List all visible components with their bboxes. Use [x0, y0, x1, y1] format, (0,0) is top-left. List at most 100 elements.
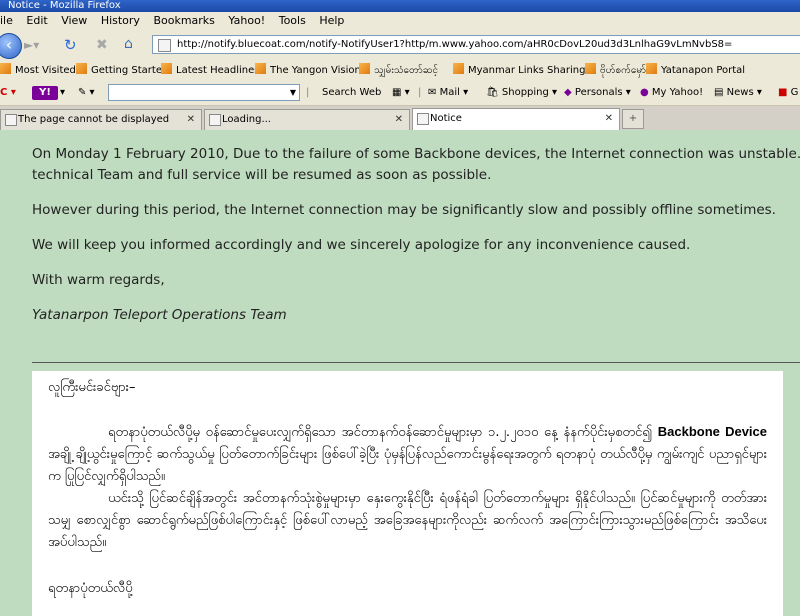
rss-feed-icon	[255, 63, 266, 74]
navigation-toolbar: ‹ ►▾ ↻ ✖ ⌂ http://notify.bluecoat.com/no…	[0, 30, 800, 60]
bookmark-label: Getting Started	[91, 65, 169, 76]
games-icon: ■	[778, 87, 788, 98]
personals-button[interactable]: ◆ Personals ▾	[564, 81, 631, 105]
tab-label: The page cannot be displayed	[18, 114, 170, 125]
home-button[interactable]: ⌂	[124, 36, 133, 52]
games-button[interactable]: ■ G	[778, 81, 798, 105]
tab-loading[interactable]: Loading... ✕	[204, 109, 410, 130]
toolbar-menu-icon[interactable]: C ▾	[0, 81, 16, 105]
notice-paragraph-2: However during this period, the Internet…	[32, 202, 776, 218]
page-content: On Monday 1 February 2010, Due to the fa…	[0, 130, 800, 616]
search-web-button[interactable]: Search Web	[322, 81, 381, 105]
my-yahoo-button[interactable]: ● My Yahoo!	[640, 81, 703, 105]
rss-feed-icon	[161, 63, 172, 74]
tab-notice[interactable]: Notice ✕	[412, 108, 620, 131]
bookmark-yangon-vision[interactable]: The Yangon Vision	[255, 60, 361, 81]
new-tab-button[interactable]: +	[622, 109, 644, 129]
close-tab-icon[interactable]: ✕	[605, 109, 613, 128]
menu-edit[interactable]: Edit	[26, 14, 47, 27]
notice-paragraph-1-line-2: technical Team and full service will be …	[32, 167, 492, 183]
backbone-device-term: Backbone Device	[657, 424, 767, 439]
bookmarks-toolbar: Most Visited Getting Started Latest Head…	[0, 60, 800, 81]
yahoo-logo[interactable]: Y!	[32, 86, 58, 100]
rss-feed-icon	[359, 63, 370, 74]
rss-feed-icon	[585, 63, 596, 74]
plus-icon: +	[628, 113, 638, 124]
menu-file[interactable]: ile	[0, 14, 13, 27]
loading-icon	[209, 114, 221, 126]
shopping-button[interactable]: 🛍 Shopping ▾	[486, 81, 557, 105]
tab-label: Loading...	[222, 114, 271, 125]
myanmar-greeting: လူကြီးမင်းခင်ဗျား–	[48, 380, 136, 395]
shopping-label: Shopping	[501, 87, 549, 98]
tab-label: Notice	[430, 113, 462, 124]
bookmark-label: သျှမ်းသံတော်ဆင့်	[374, 65, 439, 76]
myanmar-notice: လူကြီးမင်းခင်ဗျား– ရတနာပုံတယ်လီပို့မှ ဝန…	[32, 371, 783, 616]
bookmark-icon	[76, 63, 87, 74]
mail-icon: ✉	[428, 87, 437, 98]
tab-page-cannot-be-displayed[interactable]: The page cannot be displayed ✕	[0, 109, 202, 130]
menu-bookmarks[interactable]: Bookmarks	[153, 14, 214, 27]
bookmark-label: Myanmar Links Sharing	[468, 65, 586, 76]
search-dropdown-icon[interactable]: ▼	[290, 85, 296, 100]
stop-button[interactable]: ✖	[96, 37, 108, 53]
forward-button[interactable]: ►▾	[24, 37, 42, 53]
bookmark-yatanapon-portal[interactable]: Yatanapon Portal	[646, 60, 745, 81]
url-bar[interactable]: http://notify.bluecoat.com/notify-Notify…	[152, 35, 800, 54]
toolbar-separator: |	[306, 87, 310, 98]
games-label: G	[790, 87, 799, 98]
menu-view[interactable]: View	[61, 14, 87, 27]
bookmark-most-visited[interactable]: Most Visited	[0, 60, 76, 81]
bookmark-label: Most Visited	[15, 65, 76, 76]
close-tab-icon[interactable]: ✕	[187, 110, 195, 129]
page-icon	[5, 114, 17, 126]
reload-button[interactable]: ↻	[64, 37, 77, 53]
myanmar-paragraph-1: ရတနာပုံတယ်လီပို့မှ ဝန်ဆောင်မှုပေးလျှက်ရှ…	[48, 421, 767, 488]
bookmark-latest-headlines[interactable]: Latest Headlines	[161, 60, 260, 81]
menu-tools[interactable]: Tools	[279, 14, 306, 27]
menu-bar: ile Edit View History Bookmarks Yahoo! T…	[0, 12, 800, 30]
notice-regards: With warm regards,	[32, 272, 165, 288]
bookmark-myanmar-news[interactable]: သျှမ်းသံတော်ဆင့်	[359, 60, 438, 81]
bookmark-label: ဗိုဟ်စက်မှော်	[600, 65, 647, 76]
back-arrow-icon: ‹	[5, 35, 13, 54]
news-icon: ▤	[714, 87, 724, 98]
bookmark-label: The Yangon Vision	[270, 65, 361, 76]
myanmar-paragraph-1-start: ရတနာပုံတယ်လီပို့မှ ဝန်ဆောင်မှုပေးလျှက်ရှ…	[108, 425, 652, 440]
section-divider	[32, 362, 800, 363]
pencil-icon[interactable]: ✎ ▾	[78, 81, 95, 105]
tab-bar: The page cannot be displayed ✕ Loading..…	[0, 106, 800, 131]
notice-paragraph-1-line-1: On Monday 1 February 2010, Due to the fa…	[32, 146, 800, 162]
home-icon: ⌂	[124, 36, 133, 52]
my-yahoo-icon: ●	[640, 87, 649, 98]
back-button[interactable]: ‹	[0, 33, 22, 59]
personals-label: Personals	[574, 87, 623, 98]
menu-yahoo[interactable]: Yahoo!	[228, 14, 265, 27]
news-button[interactable]: ▤ News ▾	[714, 81, 762, 105]
bookmark-myanmar-links[interactable]: Myanmar Links Sharing	[453, 60, 585, 81]
bookmark-icon	[0, 63, 11, 74]
yahoo-menu-arrow-icon[interactable]: ▾	[60, 81, 65, 105]
menu-help[interactable]: Help	[319, 14, 344, 27]
news-label: News	[726, 87, 754, 98]
notice-paragraph-3: We will keep you informed accordingly an…	[32, 237, 691, 253]
antispy-icon[interactable]: ▦ ▾	[392, 81, 410, 105]
page-favicon-icon	[158, 39, 171, 52]
rss-feed-icon	[453, 63, 464, 74]
mail-button[interactable]: ✉ Mail ▾	[428, 81, 468, 105]
my-yahoo-label: My Yahoo!	[651, 87, 704, 98]
close-tab-icon[interactable]: ✕	[395, 110, 403, 129]
bookmark-myanmar-site[interactable]: ဗိုဟ်စက်မှော်	[585, 60, 646, 81]
url-text: http://notify.bluecoat.com/notify-Notify…	[177, 39, 733, 50]
toolbar-separator: |	[418, 87, 422, 98]
yahoo-toolbar: C ▾ Y! ▾ ✎ ▾ ▼ | Search Web ▦ ▾ | ✉ Mail…	[0, 81, 800, 106]
yahoo-search-input[interactable]: ▼	[108, 84, 300, 101]
personals-icon: ◆	[564, 87, 572, 98]
reload-icon: ↻	[64, 36, 77, 54]
myanmar-signoff: ရတနာပုံတယ်လီပို့	[48, 581, 133, 596]
myanmar-paragraph-2: ယင်းသို့ ပြင်ဆင်ချိန်အတွင်း အင်တာနက်သုံး…	[48, 491, 767, 550]
bookmark-getting-started[interactable]: Getting Started	[76, 60, 168, 81]
bookmark-label: Latest Headlines	[176, 65, 260, 76]
window-title: Notice - Mozilla Firefox	[0, 0, 800, 12]
menu-history[interactable]: History	[101, 14, 140, 27]
